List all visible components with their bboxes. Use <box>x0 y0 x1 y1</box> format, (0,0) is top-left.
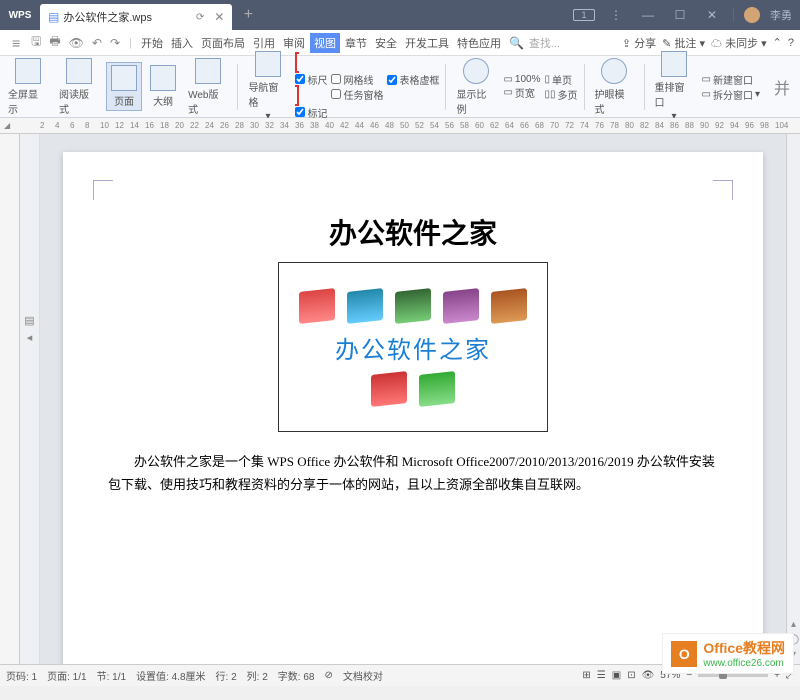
doc-title[interactable]: 办公软件之家 <box>108 212 718 252</box>
image-caption: 办公软件之家 <box>335 330 491 365</box>
sync-icon[interactable]: ⟳ <box>196 12 204 23</box>
margin-corner <box>713 180 733 200</box>
zoom-slider[interactable] <box>698 674 768 677</box>
status-line[interactable]: 行: 2 <box>216 668 237 683</box>
office-icon <box>347 288 383 324</box>
collapse-ribbon-icon[interactable]: ⌃ <box>773 36 782 49</box>
status-pageof[interactable]: 页面: 1/1 <box>47 668 86 683</box>
status-col[interactable]: 列: 2 <box>247 668 268 683</box>
menu-view[interactable]: 视图 <box>310 33 340 53</box>
minimize-icon[interactable]: — <box>637 8 659 22</box>
page-scroll[interactable]: 办公软件之家 办公软件之家 办公软件之家是一个集 WPS Office 办公软件… <box>40 134 786 664</box>
newwindow-button[interactable]: ▭ 新建窗口 <box>702 72 760 87</box>
undo-icon[interactable]: ↶ <box>89 36 105 50</box>
preview-icon[interactable]: 👁 <box>66 36 87 50</box>
ribbon-view: 全屏显示 阅读版式 页面 大纲 Web版式 导航窗格 ▾ 标尺 标记 网格线 任… <box>0 56 800 118</box>
fullscreen-button[interactable]: 全屏显示 <box>4 56 51 118</box>
sync-button[interactable]: ☁ 未同步 ▾ <box>711 35 767 51</box>
office-icon <box>299 288 335 324</box>
singlepage-button[interactable]: ▯ 单页 <box>545 72 578 87</box>
print-icon[interactable]: 🖶 <box>46 32 63 53</box>
view-icon-2[interactable]: ☰ <box>597 670 606 681</box>
office-icon <box>443 288 479 324</box>
tableframe-checkbox[interactable]: 表格虚框 <box>387 72 439 87</box>
gridlines-checkbox[interactable]: 网格线 <box>331 72 383 87</box>
close-window-icon[interactable]: ✕ <box>701 8 723 22</box>
tab-title: 办公软件之家.wps <box>63 9 152 25</box>
page-view-button[interactable]: 页面 <box>106 62 142 111</box>
view-icon-4[interactable]: ⊡ <box>627 670 635 681</box>
menu-layout[interactable]: 页面布局 <box>198 35 248 51</box>
office-icon <box>371 371 407 407</box>
vertical-ruler[interactable] <box>0 134 20 664</box>
menu-apps[interactable]: 特色应用 <box>454 35 504 51</box>
title-bar: WPS ▤ 办公软件之家.wps ⟳ ✕ + 1 ⋮ — ☐ ✕ 李勇 <box>0 0 800 30</box>
status-setval[interactable]: 设置值: 4.8厘米 <box>136 668 205 683</box>
doc-body[interactable]: 办公软件之家是一个集 WPS Office 办公软件和 Microsoft Of… <box>108 450 718 497</box>
ribbon-overflow-icon[interactable]: 并 <box>768 75 796 99</box>
redo-icon[interactable]: ↷ <box>107 36 123 50</box>
view-icon-1[interactable]: ⊞ <box>582 670 590 681</box>
menu-developer[interactable]: 开发工具 <box>402 35 452 51</box>
search-icon[interactable]: 🔍 <box>506 36 527 50</box>
document-page[interactable]: 办公软件之家 办公软件之家 办公软件之家是一个集 WPS Office 办公软件… <box>63 152 763 664</box>
navpane-button[interactable]: 导航窗格 ▾ <box>244 49 291 124</box>
document-tab[interactable]: ▤ 办公软件之家.wps ⟳ ✕ <box>40 4 232 30</box>
page-icon[interactable]: ▤ <box>24 314 34 327</box>
readmode-button[interactable]: 阅读版式 <box>55 56 102 118</box>
rearrange-button[interactable]: 重排窗口 ▾ <box>650 49 697 124</box>
maximize-icon[interactable]: ☐ <box>669 8 691 22</box>
margin-corner <box>93 180 113 200</box>
chevron-left-icon[interactable]: ◂ <box>27 331 33 344</box>
office-icon <box>491 288 527 324</box>
user-name[interactable]: 李勇 <box>770 7 792 23</box>
hamburger-icon[interactable]: ≡ <box>6 35 26 51</box>
watermark-url: www.office26.com <box>703 658 785 669</box>
multipage-button[interactable]: ▯▯ 多页 <box>545 87 578 102</box>
pagewidth-button[interactable]: ▭ 页宽 <box>503 85 540 100</box>
vertical-scrollbar[interactable]: ▴ ◯ ▾ <box>786 134 800 664</box>
showratio-button[interactable]: 显示比例 <box>452 56 499 118</box>
status-pageno[interactable]: 页码: 1 <box>6 668 37 683</box>
watermark-icon: O <box>671 641 697 667</box>
status-words[interactable]: 字数: 68 <box>278 668 315 683</box>
app-logo: WPS <box>0 0 40 30</box>
user-avatar[interactable] <box>744 7 760 23</box>
outline-button[interactable]: 大纲 <box>146 63 180 110</box>
status-proof[interactable]: 文档校对 <box>343 668 383 683</box>
new-tab-button[interactable]: + <box>236 3 260 27</box>
watermark-title: Office教程网 <box>703 638 785 658</box>
office-icon <box>419 371 455 407</box>
office-icon <box>395 288 431 324</box>
prev-page-icon[interactable]: ▴ <box>791 619 796 630</box>
eye-icon[interactable]: 👁 <box>642 670 655 681</box>
eyemode-button[interactable]: 护眼模式 <box>590 56 637 118</box>
menu-section[interactable]: 章节 <box>342 35 370 51</box>
doc-icon: ▤ <box>48 10 59 24</box>
search-label[interactable]: 查找... <box>529 35 560 51</box>
splitwindow-button[interactable]: ▭ 拆分窗口 ▾ <box>702 87 760 102</box>
menu-icon[interactable]: ⋮ <box>605 8 627 22</box>
help-icon[interactable]: ? <box>788 37 794 49</box>
menu-security[interactable]: 安全 <box>372 35 400 51</box>
doc-image[interactable]: 办公软件之家 <box>278 262 548 432</box>
badge-icon[interactable]: 1 <box>573 9 595 21</box>
taskpane-checkbox[interactable]: 任务窗格 <box>331 87 383 102</box>
spellcheck-icon[interactable]: ⊘ <box>324 670 332 681</box>
left-gutter: ▤ ◂ <box>20 134 40 664</box>
watermark: O Office教程网 www.office26.com <box>662 633 794 674</box>
view-icon-3[interactable]: ▣ <box>612 670 621 681</box>
web-view-button[interactable]: Web版式 <box>184 56 231 118</box>
ruler-checkbox[interactable]: 标尺 <box>295 72 327 87</box>
hundred-button[interactable]: ▭ 100% <box>503 74 540 85</box>
status-section[interactable]: 节: 1/1 <box>97 668 126 683</box>
close-tab-icon[interactable]: ✕ <box>214 10 224 24</box>
horizontal-ruler[interactable]: ◢ 24681012141618202224262830323436384042… <box>0 118 800 134</box>
save-icon[interactable]: 🖫 <box>28 32 44 53</box>
menu-insert[interactable]: 插入 <box>168 35 196 51</box>
document-area: ▤ ◂ 办公软件之家 办公软件之家 办公软件之家 <box>0 134 800 664</box>
menu-start[interactable]: 开始 <box>138 35 166 51</box>
